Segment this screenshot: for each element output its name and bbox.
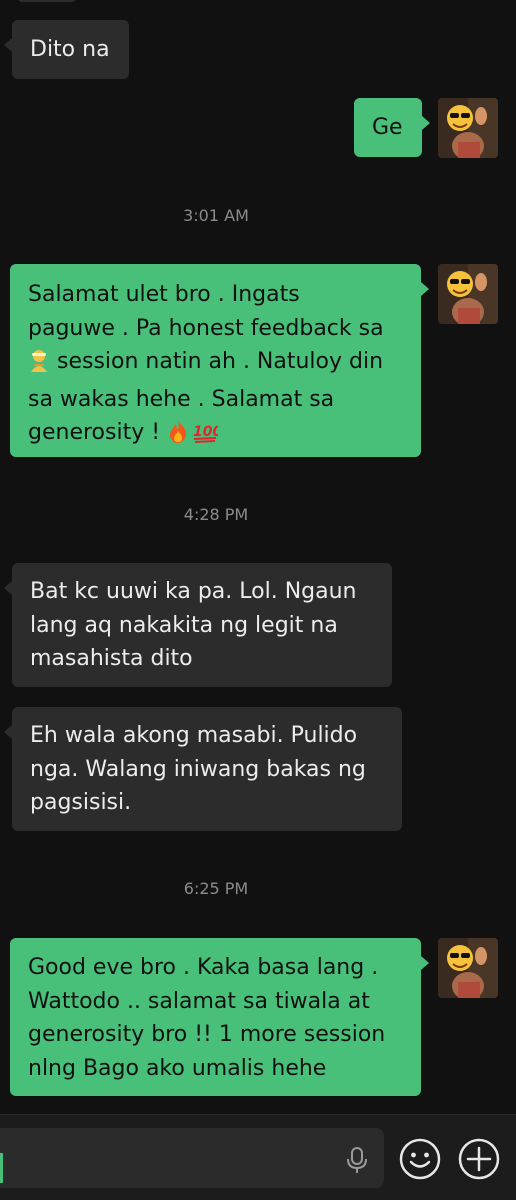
message-line: nga. Walang iniwang bakas ng	[30, 756, 366, 782]
message-line: nlng Bago ako umalis hehe	[28, 1055, 327, 1081]
chat-history[interactable]: Dito na Ge 3:01 AM Salamat ulet bro . In…	[0, 0, 516, 1114]
received-message-bubble[interactable]: Bat kc uuwi ka pa. Lol. Ngaun lang aq na…	[4, 563, 392, 687]
message-input[interactable]	[0, 1128, 384, 1188]
timestamp: 3:01 AM	[183, 206, 249, 225]
hundred-points-emoji-icon: 100	[192, 419, 223, 454]
avatar-image	[438, 938, 498, 998]
sent-message-bubble[interactable]: Good eve bro . Kaka basa lang . Wattodo …	[10, 938, 429, 1096]
add-attachment-icon[interactable]	[457, 1137, 501, 1185]
message-line: Bat kc uuwi ka pa. Lol. Ngaun	[30, 579, 357, 604]
message-line: sa wakas hehe . Salamat sa	[28, 386, 335, 412]
timestamp: 4:28 PM	[183, 505, 249, 524]
message-text: generosity !	[28, 420, 168, 445]
message-text: session natin ah . Natuloy din	[50, 349, 384, 374]
message-line: lang aq nakakita ng legit na	[30, 612, 338, 638]
message-line: Ge	[372, 115, 403, 140]
microphone-icon[interactable]	[343, 1145, 371, 1179]
timestamp: 6:25 PM	[183, 879, 249, 898]
user-avatar[interactable]	[438, 938, 498, 998]
message-input-bar	[0, 1114, 516, 1200]
avatar-image	[438, 264, 498, 324]
emoji-button-icon[interactable]	[398, 1137, 442, 1185]
message-line: Good eve bro . Kaka basa lang .	[28, 955, 379, 980]
message-line: Dito na	[30, 37, 110, 62]
message-line: pagsisisi.	[30, 790, 132, 815]
message-line: session natin ah . Natuloy din	[28, 345, 403, 383]
sent-message-bubble[interactable]: Salamat ulet bro . Ingats paguwe . Pa ho…	[10, 264, 429, 457]
message-line: Salamat ulet bro . Ingats	[28, 282, 300, 307]
massage-emoji-icon	[28, 348, 50, 383]
text-cursor	[0, 1153, 3, 1183]
user-avatar[interactable]	[438, 264, 498, 324]
message-line: Eh wala akong masabi. Pulido	[30, 723, 358, 748]
avatar-image	[438, 98, 498, 158]
message-line: masahista dito	[30, 646, 193, 671]
received-message-bubble[interactable]: Eh wala akong masabi. Pulido nga. Walang…	[4, 707, 402, 831]
user-avatar[interactable]	[438, 98, 498, 158]
message-line: paguwe . Pa honest feedback sa	[28, 315, 384, 341]
message-line: generosity bro !! 1 more session	[28, 1022, 386, 1047]
fire-emoji-icon	[167, 419, 189, 454]
previous-message-edge	[18, 0, 76, 2]
received-message-bubble[interactable]: Dito na	[4, 20, 129, 79]
message-line: generosity ! 100	[28, 416, 403, 454]
sent-message-bubble[interactable]: Ge	[354, 98, 430, 157]
message-line: Wattodo .. salamat sa tiwala at	[28, 988, 370, 1014]
